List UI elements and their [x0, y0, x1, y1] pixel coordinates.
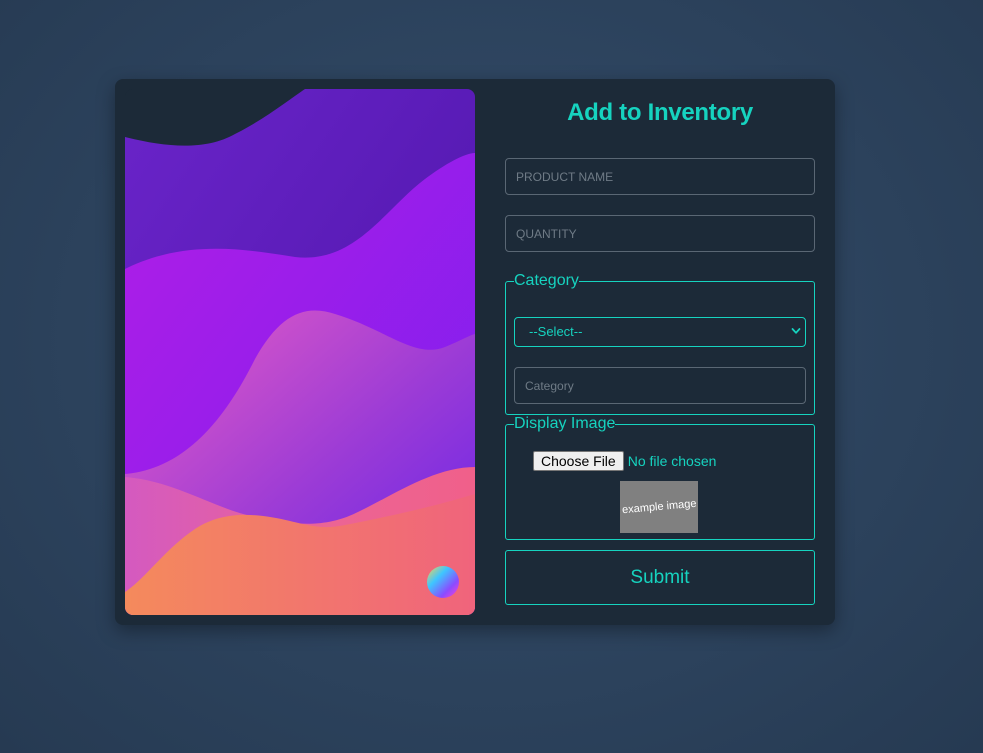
category-fieldset: Category --Select--: [505, 272, 815, 415]
quantity-input[interactable]: [505, 215, 815, 252]
decorative-wave-illustration: [125, 89, 475, 615]
category-select[interactable]: --Select--: [514, 317, 806, 347]
example-image-label: example image: [621, 497, 697, 517]
display-image-fieldset: Display Image Choose File No file chosen…: [505, 415, 815, 540]
display-image-legend: Display Image: [514, 415, 616, 432]
chevron-down-icon: [791, 328, 801, 334]
example-image-preview: example image: [620, 481, 698, 533]
wave-graphic: [125, 89, 475, 615]
file-picker: Choose File No file chosen: [533, 450, 716, 472]
logo-orb-icon: [427, 566, 459, 598]
choose-file-button[interactable]: Choose File: [533, 451, 624, 471]
submit-button[interactable]: Submit: [505, 550, 815, 605]
category-select-value: --Select--: [529, 324, 583, 339]
inventory-form: Add to Inventory Category --Select-- Dis…: [505, 79, 815, 625]
product-name-input[interactable]: [505, 158, 815, 195]
category-input[interactable]: [514, 367, 806, 404]
page-title: Add to Inventory: [567, 99, 753, 126]
file-status-text: No file chosen: [627, 453, 717, 469]
category-legend: Category: [514, 272, 579, 289]
inventory-card: Add to Inventory Category --Select-- Dis…: [115, 79, 835, 625]
